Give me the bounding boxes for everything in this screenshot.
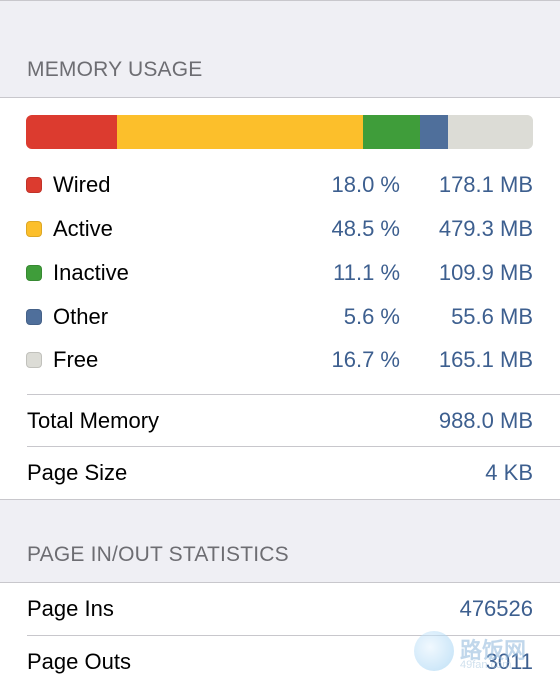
legend-label: Other bbox=[53, 304, 109, 329]
free-swatch-icon bbox=[26, 352, 42, 368]
legend-row-inactive: Inactive 11.1 % 109.9 MB bbox=[0, 253, 560, 293]
legend-percent: 48.5 % bbox=[331, 216, 401, 241]
page-outs-row: Page Outs 3011 bbox=[0, 636, 560, 688]
total-memory-row: Total Memory 988.0 MB bbox=[0, 395, 560, 447]
active-swatch-icon bbox=[26, 221, 42, 237]
legend-size: 165.1 MB bbox=[438, 347, 533, 372]
memory-bar-segment-active bbox=[117, 115, 364, 149]
wired-swatch-icon bbox=[26, 177, 42, 193]
legend-percent: 16.7 % bbox=[331, 347, 401, 372]
top-divider bbox=[0, 0, 560, 1]
legend-size: 109.9 MB bbox=[438, 260, 533, 285]
legend-label: Inactive bbox=[53, 260, 129, 285]
legend-size: 178.1 MB bbox=[438, 172, 533, 197]
memory-usage-group: Wired 18.0 % 178.1 MB Active 48.5 % 479.… bbox=[0, 97, 560, 500]
memory-usage-header: MEMORY USAGE bbox=[27, 58, 203, 81]
page-outs-label: Page Outs bbox=[27, 649, 131, 674]
page-size-value: 4 KB bbox=[485, 460, 533, 485]
page-size-label: Page Size bbox=[27, 460, 128, 485]
page-ins-row: Page Ins 476526 bbox=[0, 583, 560, 635]
other-swatch-icon bbox=[26, 309, 42, 325]
memory-bar-segment-wired bbox=[26, 115, 118, 149]
page-stats-group: Page Ins 476526 Page Outs 3011 bbox=[0, 582, 560, 692]
legend-row-active: Active 48.5 % 479.3 MB bbox=[0, 209, 560, 249]
inactive-swatch-icon bbox=[26, 265, 42, 281]
page-outs-value: 3011 bbox=[485, 649, 533, 674]
total-memory-label: Total Memory bbox=[27, 408, 160, 433]
legend-size: 479.3 MB bbox=[438, 216, 533, 241]
legend-label: Free bbox=[53, 347, 99, 372]
legend-percent: 18.0 % bbox=[331, 172, 401, 197]
legend-row-other: Other 5.6 % 55.6 MB bbox=[0, 297, 560, 337]
legend-row-wired: Wired 18.0 % 178.1 MB bbox=[0, 165, 560, 205]
memory-bar-segment-other bbox=[419, 115, 449, 149]
legend-percent: 5.6 % bbox=[343, 304, 400, 329]
memory-usage-bar bbox=[26, 115, 533, 149]
legend-size: 55.6 MB bbox=[451, 304, 533, 329]
memory-bar-segment-free bbox=[448, 115, 533, 149]
page-stats-header: PAGE IN/OUT STATISTICS bbox=[27, 543, 289, 566]
legend-label: Active bbox=[53, 216, 113, 241]
memory-bar-segment-inactive bbox=[363, 115, 420, 149]
total-memory-value: 988.0 MB bbox=[438, 408, 533, 433]
legend-percent: 11.1 % bbox=[333, 260, 400, 285]
legend-row-free: Free 16.7 % 165.1 MB bbox=[0, 340, 560, 380]
page-ins-label: Page Ins bbox=[27, 596, 114, 621]
legend-label: Wired bbox=[53, 172, 111, 197]
page-ins-value: 476526 bbox=[459, 596, 533, 621]
page-size-row: Page Size 4 KB bbox=[0, 447, 560, 499]
